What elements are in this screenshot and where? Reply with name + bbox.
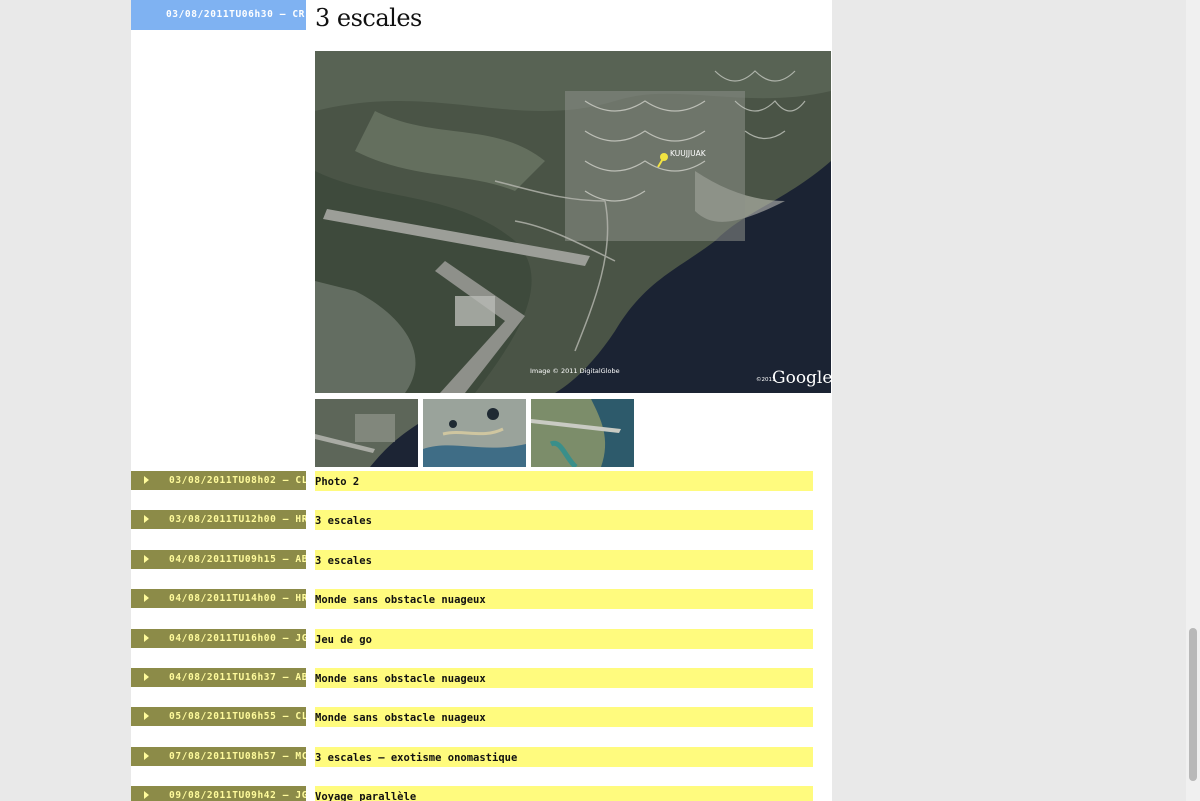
entry-timestamp[interactable]: 05/08/2011TU06h55 – CL — [131, 707, 306, 726]
entry-timestamp[interactable]: 04/08/2011TU16h37 – AB — [131, 668, 306, 687]
entry-title-link[interactable]: Photo 2 — [315, 471, 813, 491]
entry-timestamp-text: 03/08/2011TU12h00 – HR — [169, 514, 306, 525]
triangle-right-icon[interactable] — [144, 673, 149, 681]
entry-timestamp-text: 03/08/2011TU08h02 – CL — [169, 475, 306, 486]
scrollbar-thumb[interactable] — [1189, 628, 1197, 781]
triangle-right-icon[interactable] — [144, 752, 149, 760]
google-logo: Google — [772, 368, 831, 388]
entry-row[interactable]: 03/08/2011TU08h02 – CL Photo 2 — [131, 471, 813, 491]
entry-row[interactable]: 05/08/2011TU06h55 – CL Monde sans obstacl… — [131, 707, 813, 727]
blog-column: 03/08/2011TU06h30 – CR 3 escales KUUJJUA… — [131, 0, 832, 801]
entry-timestamp[interactable]: 04/08/2011TU09h15 – AB — [131, 550, 306, 569]
entry-title-link[interactable]: 3 escales — [315, 550, 813, 570]
entry-row[interactable]: 04/08/2011TU09h15 – AB 3 escales — [131, 550, 813, 570]
entry-timestamp-text: 07/08/2011TU08h57 – MC — [169, 751, 306, 762]
entry-timestamp-text: 04/08/2011TU16h37 – AB — [169, 672, 306, 683]
entry-timestamp-text: 05/08/2011TU06h55 – CL — [169, 711, 306, 722]
entry-title-link[interactable]: Jeu de go — [315, 629, 813, 649]
entry-timestamp[interactable]: 03/08/2011TU08h02 – CL — [131, 471, 306, 490]
triangle-right-icon[interactable] — [144, 712, 149, 720]
vertical-scrollbar[interactable] — [1186, 0, 1200, 801]
entry-title: 3 escales — [315, 4, 422, 32]
thumbnail-3[interactable] — [531, 399, 634, 467]
triangle-right-icon[interactable] — [144, 594, 149, 602]
triangle-right-icon[interactable] — [144, 634, 149, 642]
entry-row[interactable]: 07/08/2011TU08h57 – MC 3 escales – exotis… — [131, 747, 813, 767]
active-entry-timestamp[interactable]: 03/08/2011TU06h30 – CR — [131, 0, 306, 30]
entry-title-link[interactable]: 3 escales — [315, 510, 813, 530]
entry-title-link[interactable]: Monde sans obstacle nuageux — [315, 707, 813, 727]
triangle-right-icon[interactable] — [144, 476, 149, 484]
thumbnail-1[interactable] — [315, 399, 418, 467]
entry-title-link[interactable]: Monde sans obstacle nuageux — [315, 668, 813, 688]
entry-timestamp-text: 04/08/2011TU16h00 – JG — [169, 633, 306, 644]
map-image-credit: Image © 2011 DigitalGlobe — [530, 367, 620, 375]
triangle-right-icon[interactable] — [144, 791, 149, 799]
entry-row[interactable]: 04/08/2011TU16h37 – AB Monde sans obstacl… — [131, 668, 813, 688]
entry-title-link[interactable]: 3 escales – exotisme onomastique — [315, 747, 813, 767]
thumbnail-2[interactable] — [423, 399, 526, 467]
entry-row[interactable]: 04/08/2011TU16h00 – JG Jeu de go — [131, 629, 813, 649]
satellite-map-image[interactable]: KUUJJUAK Image © 2011 DigitalGlobe ©2011… — [315, 51, 831, 393]
entry-timestamp[interactable]: 04/08/2011TU16h00 – JG — [131, 629, 306, 648]
entry-title-link[interactable]: Monde sans obstacle nuageux — [315, 589, 813, 609]
entry-timestamp[interactable]: 03/08/2011TU12h00 – HR — [131, 510, 306, 529]
entry-row[interactable]: 03/08/2011TU12h00 – HR 3 escales — [131, 510, 813, 530]
entry-row[interactable]: 09/08/2011TU09h42 – JG Voyage parallèle — [131, 786, 813, 801]
entry-row[interactable]: 04/08/2011TU14h00 – HR Monde sans obstacl… — [131, 589, 813, 609]
entry-timestamp-text: 09/08/2011TU09h42 – JG — [169, 790, 306, 801]
entry-timestamp[interactable]: 09/08/2011TU09h42 – JG — [131, 786, 306, 801]
entry-title-link[interactable]: Voyage parallèle — [315, 786, 813, 801]
triangle-right-icon[interactable] — [144, 515, 149, 523]
triangle-right-icon[interactable] — [144, 555, 149, 563]
entry-timestamp-text: 04/08/2011TU09h15 – AB — [169, 554, 306, 565]
entry-timestamp[interactable]: 04/08/2011TU14h00 – HR — [131, 589, 306, 608]
entry-timestamp[interactable]: 07/08/2011TU08h57 – MC — [131, 747, 306, 766]
entry-timestamp-text: 04/08/2011TU14h00 – HR — [169, 593, 306, 604]
map-place-label: KUUJJUAK — [670, 149, 707, 158]
